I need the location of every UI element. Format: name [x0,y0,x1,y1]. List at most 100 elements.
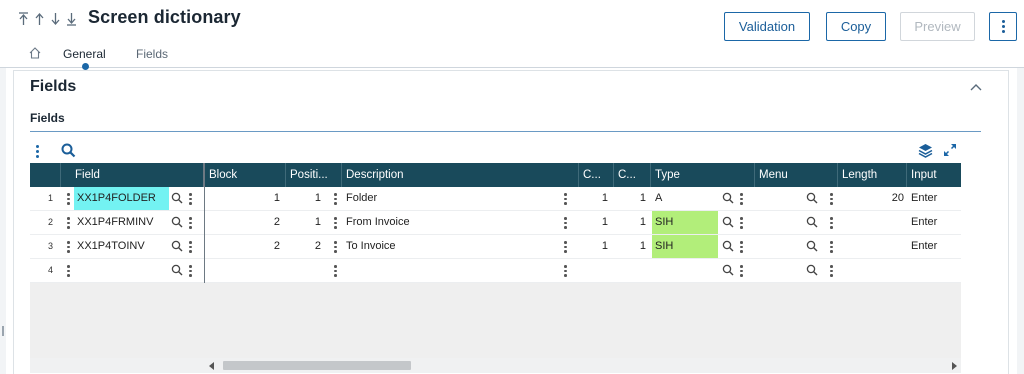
table-row-new[interactable]: 4 [30,259,961,283]
menu-cell[interactable] [758,211,798,234]
field-menu-icon[interactable] [189,193,192,205]
column-header-input[interactable]: Input [907,163,961,187]
search-icon[interactable] [722,240,734,252]
column-header-c2[interactable]: C... [614,163,651,187]
type-menu-icon[interactable] [740,217,743,229]
row-menu-icon[interactable] [67,217,70,229]
position-menu-icon[interactable] [334,193,337,205]
c2-cell[interactable]: 1 [616,235,646,258]
expand-icon[interactable] [943,143,957,157]
column-header-menu[interactable]: Menu [755,163,838,187]
search-icon[interactable] [722,192,734,204]
field-cell[interactable]: XX1P4TOINV [74,235,169,258]
input-cell[interactable]: Enter [911,187,961,210]
column-header-c1[interactable]: C... [579,163,614,187]
field-menu-icon[interactable] [189,217,192,229]
c1-cell[interactable]: 1 [582,187,608,210]
description-cell[interactable]: From Invoice [346,211,546,234]
description-menu-icon[interactable] [564,265,567,277]
description-menu-icon[interactable] [564,217,567,229]
search-icon[interactable] [806,240,818,252]
table-row[interactable]: 2 XX1P4FRMINV 2 1 From Invoice 1 1 SIH E… [30,211,961,235]
column-header-description[interactable]: Description [342,163,579,187]
chevron-up-icon[interactable] [970,82,982,92]
type-menu-icon[interactable] [740,193,743,205]
table-row[interactable]: 3 XX1P4TOINV 2 2 To Invoice 1 1 SIH Ente… [30,235,961,259]
column-header-field[interactable]: Field [61,163,204,187]
field-menu-icon[interactable] [189,241,192,253]
position-menu-icon[interactable] [334,217,337,229]
scroll-right-icon[interactable] [952,362,957,370]
scrollbar-thumb[interactable] [223,361,411,370]
menu-cell[interactable] [758,187,798,210]
length-cell[interactable] [842,235,904,258]
type-menu-icon[interactable] [740,241,743,253]
layers-icon[interactable] [918,143,933,158]
validation-button[interactable]: Validation [724,12,810,41]
next-record-icon[interactable] [49,10,62,28]
search-icon[interactable] [171,192,183,204]
field-cell[interactable]: XX1P4FRMINV [74,211,169,234]
menu-menu-icon[interactable] [830,193,833,205]
search-icon[interactable] [171,264,183,276]
block-cell[interactable]: 2 [210,235,280,258]
c2-cell[interactable]: 1 [616,211,646,234]
position-menu-icon[interactable] [334,265,337,277]
row-menu-icon[interactable] [67,241,70,253]
table-row[interactable]: 1 XX1P4FOLDER 1 1 Folder 1 1 A 20 Enter [30,187,961,211]
table-actions-icon[interactable] [36,145,39,158]
column-header-length[interactable]: Length [838,163,907,187]
menu-menu-icon[interactable] [830,241,833,253]
page-vertical-scrollbar[interactable] [1017,68,1024,374]
menu-cell[interactable] [758,235,798,258]
scroll-left-icon[interactable] [209,362,214,370]
menu-menu-icon[interactable] [830,265,833,277]
block-cell[interactable]: 1 [210,187,280,210]
position-cell[interactable]: 2 [290,235,321,258]
type-menu-icon[interactable] [740,265,743,277]
copy-button[interactable]: Copy [826,12,886,41]
search-icon[interactable] [171,240,183,252]
menu-menu-icon[interactable] [830,217,833,229]
row-menu-icon[interactable] [67,193,70,205]
search-icon[interactable] [806,192,818,204]
tab-fields[interactable]: Fields [136,47,168,61]
input-cell[interactable]: Enter [911,211,961,234]
type-cell[interactable]: SIH [652,235,718,258]
first-record-icon[interactable] [17,10,30,28]
type-cell[interactable]: SIH [652,211,718,234]
position-cell[interactable]: 1 [290,211,321,234]
column-header-block[interactable]: Block [205,163,286,187]
search-icon[interactable] [171,216,183,228]
search-icon[interactable] [61,143,76,158]
c2-cell[interactable]: 1 [616,187,646,210]
input-cell[interactable]: Enter [911,235,961,258]
description-menu-icon[interactable] [564,241,567,253]
preview-button[interactable]: Preview [900,12,975,41]
description-cell[interactable]: To Invoice [346,235,546,258]
column-header-type[interactable]: Type [651,163,755,187]
c1-cell[interactable]: 1 [582,211,608,234]
length-cell[interactable]: 20 [842,187,904,210]
tab-general[interactable]: General [63,47,106,61]
field-menu-icon[interactable] [189,265,192,277]
home-icon[interactable] [28,46,42,60]
type-cell[interactable]: A [652,187,718,210]
description-cell[interactable]: Folder [346,187,546,210]
search-icon[interactable] [806,264,818,276]
field-cell[interactable] [74,259,169,282]
c1-cell[interactable]: 1 [582,235,608,258]
search-icon[interactable] [722,264,734,276]
more-actions-button[interactable] [989,12,1017,41]
search-icon[interactable] [722,216,734,228]
search-icon[interactable] [806,216,818,228]
last-record-icon[interactable] [65,10,78,28]
block-cell[interactable]: 2 [210,211,280,234]
position-cell[interactable]: 1 [290,187,321,210]
position-menu-icon[interactable] [334,241,337,253]
column-header-position[interactable]: Positi... [286,163,342,187]
length-cell[interactable] [842,211,904,234]
grid-horizontal-scrollbar[interactable] [205,358,961,373]
row-menu-icon[interactable] [67,265,70,277]
description-menu-icon[interactable] [564,193,567,205]
